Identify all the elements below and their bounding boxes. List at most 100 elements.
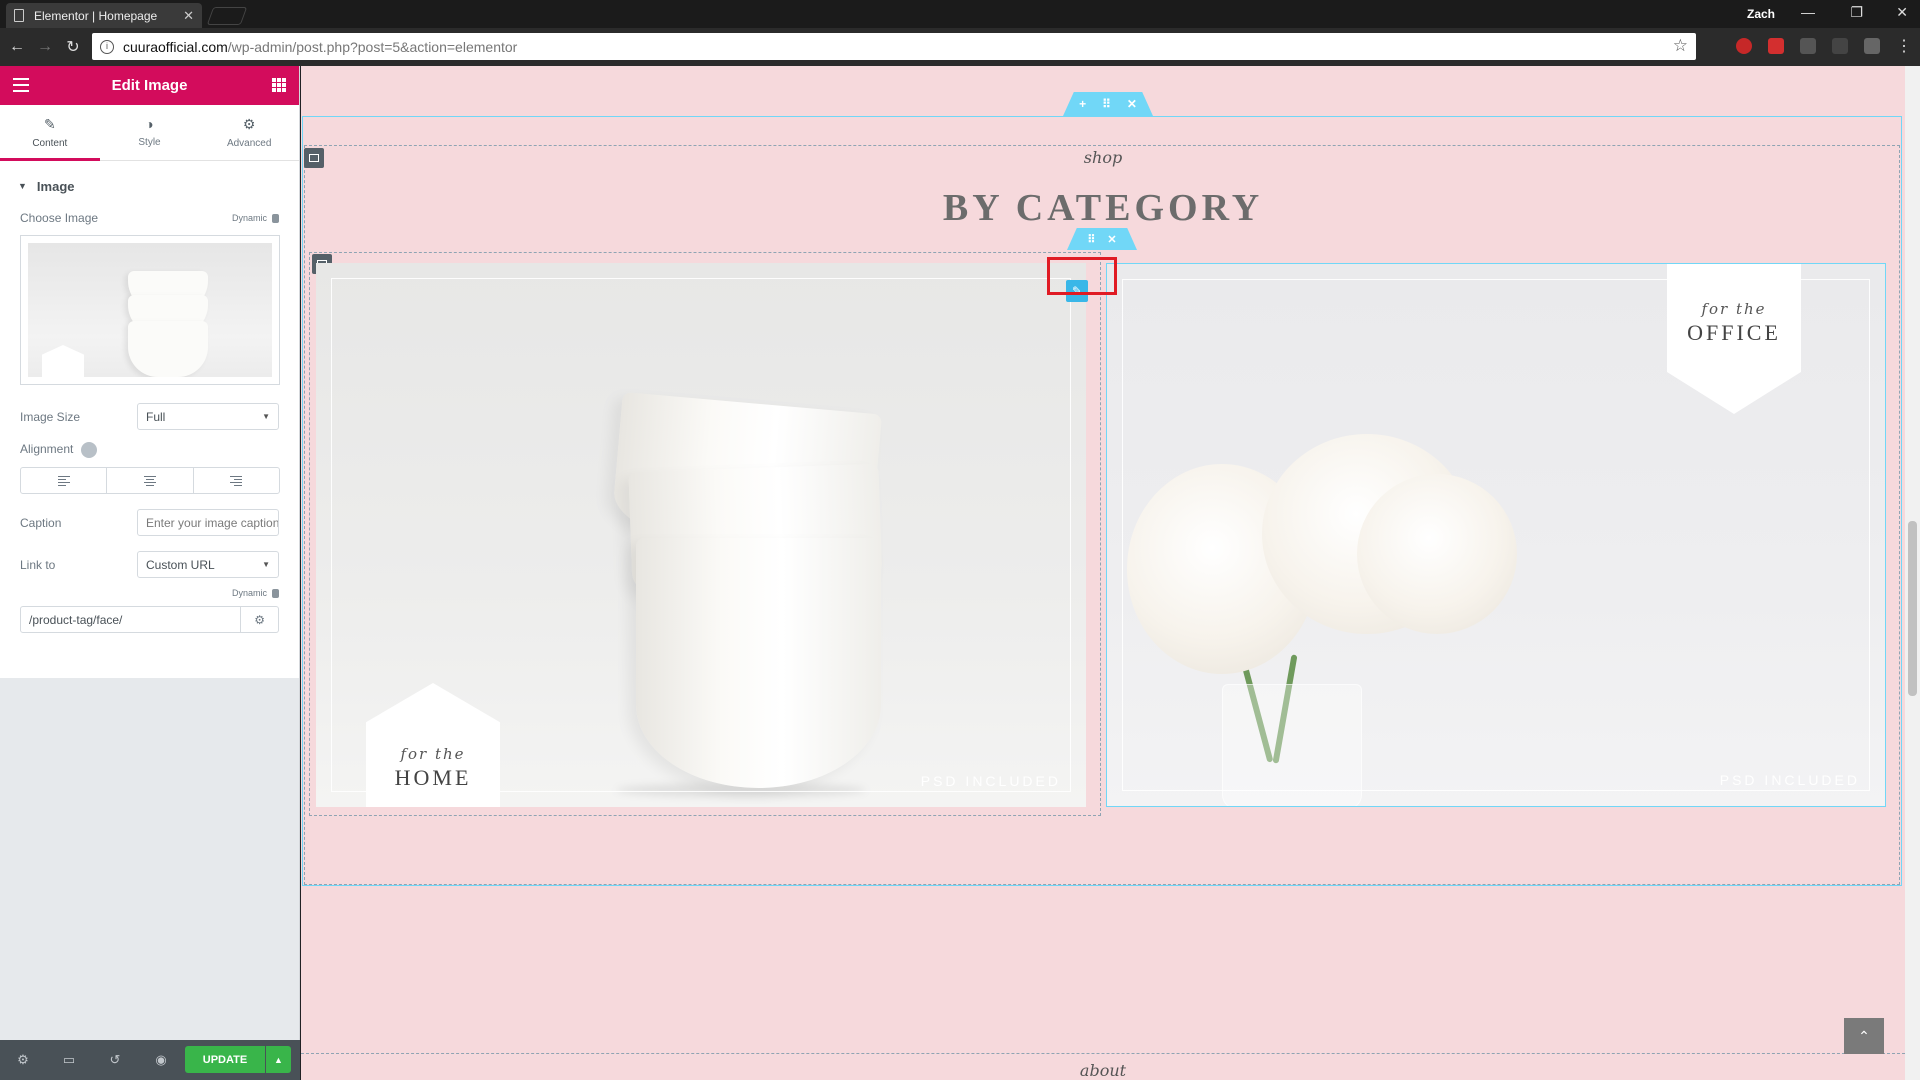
caption-row: Caption Enter your image caption bbox=[20, 509, 279, 536]
psd-badge: PSD INCLUDED bbox=[920, 773, 1061, 789]
url-field-row: /product-tag/face/ ⚙ bbox=[20, 606, 279, 633]
tab-close-icon[interactable]: ✕ bbox=[183, 8, 194, 24]
tab-style[interactable]: ◑ Style bbox=[100, 105, 200, 160]
content-panel: ▼ Image Choose Image Dynamic Image Size … bbox=[0, 161, 299, 678]
editor-canvas: + ⠿ ✕ shop BY CATEGORY ⠿ ✕ for the HOME … bbox=[301, 66, 1905, 1080]
tab-title: Elementor | Homepage bbox=[34, 8, 158, 23]
label-big-text: HOME bbox=[394, 765, 472, 790]
history-icon[interactable]: ↺ bbox=[92, 1052, 138, 1068]
url-path: /wp-admin/post.php?post=5&action=element… bbox=[227, 38, 518, 55]
tab-advanced[interactable]: ⚙ Advanced bbox=[199, 105, 299, 160]
responsive-icon[interactable] bbox=[81, 442, 98, 458]
label-small-text: for the bbox=[1701, 300, 1767, 318]
link-to-row: Link to Custom URL ▼ bbox=[20, 551, 279, 578]
link-to-value: Custom URL bbox=[146, 557, 215, 572]
label-big-text: OFFICE bbox=[1687, 320, 1781, 345]
half-circle-icon: ◑ bbox=[145, 116, 154, 132]
widgets-grid-icon[interactable] bbox=[272, 78, 286, 92]
url-host: cuuraofficial.com bbox=[123, 38, 228, 55]
dynamic-toggle[interactable]: Dynamic bbox=[232, 213, 279, 223]
extension-icon[interactable] bbox=[1800, 38, 1816, 54]
align-right-icon bbox=[230, 474, 243, 488]
restore-icon[interactable]: ❐ bbox=[1850, 4, 1863, 21]
tab-label: Content bbox=[32, 138, 68, 149]
profile-name[interactable]: Zach bbox=[1747, 7, 1775, 21]
url-input[interactable]: /product-tag/face/ bbox=[20, 606, 242, 633]
link-to-select[interactable]: Custom URL ▼ bbox=[137, 551, 279, 578]
about-script-label: about bbox=[1079, 1061, 1127, 1080]
alignment-row: Alignment bbox=[20, 442, 279, 458]
align-center-icon bbox=[143, 474, 156, 488]
browser-tab[interactable]: Elementor | Homepage ✕ bbox=[6, 3, 202, 28]
category-card-office[interactable]: for the OFFICE PSD INCLUDED bbox=[1106, 263, 1886, 807]
align-right-button[interactable] bbox=[194, 468, 279, 493]
caption-label: Caption bbox=[20, 515, 62, 530]
align-center-button[interactable] bbox=[107, 468, 194, 493]
dynamic-toggle[interactable]: Dynamic bbox=[232, 588, 279, 598]
scrollbar-thumb[interactable] bbox=[1908, 521, 1917, 696]
widget-handle[interactable]: ⠿ ✕ bbox=[1067, 228, 1137, 250]
panel-tabs: ✎ Content ◑ Style ⚙ Advanced bbox=[0, 105, 299, 161]
image-size-select[interactable]: Full ▼ bbox=[137, 403, 279, 430]
tab-label: Style bbox=[138, 137, 161, 148]
new-tab-button[interactable] bbox=[206, 7, 248, 25]
preview-eye-icon[interactable]: ◉ bbox=[138, 1052, 184, 1068]
back-to-top-button[interactable]: ⌃ bbox=[1844, 1018, 1884, 1054]
extension-icon[interactable] bbox=[1736, 38, 1752, 54]
link-options-gear-icon[interactable]: ⚙ bbox=[241, 606, 279, 633]
back-icon[interactable]: ← bbox=[6, 38, 28, 56]
gear-icon: ⚙ bbox=[242, 116, 256, 132]
pencil-icon: ✎ bbox=[43, 116, 56, 132]
settings-icon[interactable]: ⚙ bbox=[0, 1052, 46, 1068]
category-card-home[interactable]: for the HOME PSD INCLUDED bbox=[316, 263, 1086, 807]
reload-icon[interactable]: ↻ bbox=[62, 37, 84, 57]
drag-section-icon[interactable]: ⠿ bbox=[1102, 97, 1111, 111]
link-dynamic-row: Dynamic bbox=[20, 588, 279, 598]
minimize-icon[interactable]: — bbox=[1801, 4, 1815, 20]
dynamic-label: Dynamic bbox=[231, 213, 267, 223]
category-heading: BY CATEGORY bbox=[942, 187, 1264, 229]
drag-widget-icon[interactable]: ⠿ bbox=[1087, 233, 1095, 246]
alignment-label: Alignment bbox=[20, 442, 74, 457]
camera-icon[interactable] bbox=[1864, 38, 1880, 54]
info-icon[interactable]: i bbox=[100, 39, 114, 54]
bookmark-star-icon[interactable]: ☆ bbox=[1673, 36, 1688, 56]
elementor-panel: Edit Image ✎ Content ◑ Style ⚙ Advanced … bbox=[0, 66, 300, 1080]
extension-icon[interactable] bbox=[1768, 38, 1784, 54]
save-options-caret-icon[interactable]: ▲ bbox=[266, 1046, 291, 1073]
choose-image-row: Choose Image Dynamic bbox=[20, 211, 279, 225]
link-to-label: Link to bbox=[20, 557, 56, 572]
extension-icon[interactable] bbox=[1832, 38, 1848, 54]
dropdown-arrow-icon: ▼ bbox=[262, 412, 270, 421]
browser-menu-icon[interactable]: ⋮ bbox=[1896, 36, 1912, 55]
section-toggle-image[interactable]: ▼ Image bbox=[18, 161, 279, 211]
caption-input[interactable]: Enter your image caption bbox=[137, 509, 279, 536]
address-bar[interactable]: i cuuraofficial.com /wp-admin/post.php?p… bbox=[92, 33, 1696, 60]
image-size-label: Image Size bbox=[20, 409, 81, 424]
panel-footer: ⚙ ▭ ↺ ◉ UPDATE ▲ bbox=[0, 1040, 300, 1080]
tab-content[interactable]: ✎ Content bbox=[0, 105, 100, 161]
responsive-mode-icon[interactable]: ▭ bbox=[46, 1052, 92, 1068]
add-section-icon[interactable]: + bbox=[1079, 97, 1086, 111]
section-handle[interactable]: + ⠿ ✕ bbox=[1063, 92, 1153, 116]
image-size-row: Image Size Full ▼ bbox=[20, 403, 279, 430]
caret-down-icon: ▼ bbox=[18, 181, 27, 191]
delete-widget-icon[interactable]: ✕ bbox=[1107, 233, 1116, 246]
update-button[interactable]: UPDATE bbox=[185, 1046, 265, 1073]
next-section-outline bbox=[301, 1053, 1905, 1054]
close-window-icon[interactable]: ✕ bbox=[1896, 4, 1908, 21]
align-left-button[interactable] bbox=[21, 468, 108, 493]
tab-label: Advanced bbox=[226, 138, 272, 149]
hamburger-menu-icon[interactable] bbox=[13, 78, 29, 92]
image-picker[interactable] bbox=[20, 235, 280, 385]
forward-icon[interactable]: → bbox=[34, 38, 56, 56]
highlight-annotation bbox=[1047, 257, 1117, 295]
image-size-value: Full bbox=[146, 409, 166, 424]
thumb-bowl bbox=[128, 321, 208, 377]
shop-script-label: shop bbox=[1083, 148, 1123, 167]
psd-badge: PSD INCLUDED bbox=[1719, 772, 1860, 788]
delete-section-icon[interactable]: ✕ bbox=[1127, 97, 1137, 111]
panel-title: Edit Image bbox=[111, 77, 188, 94]
database-icon bbox=[272, 213, 279, 223]
canvas-scrollbar[interactable] bbox=[1905, 66, 1920, 1080]
